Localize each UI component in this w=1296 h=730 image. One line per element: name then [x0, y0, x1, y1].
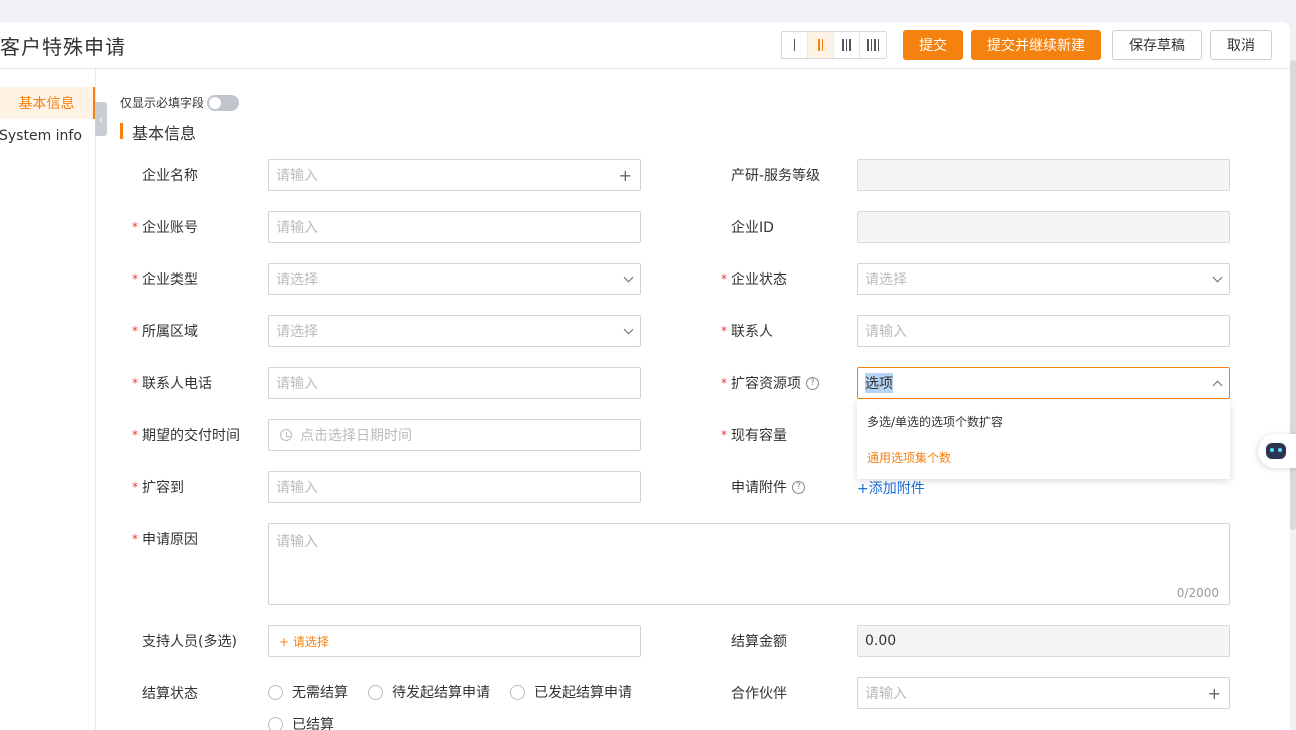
form-panel: 客户特殊申请 提交 提交并继续新建 保存草稿 取消 基本信息 System in… [0, 22, 1290, 730]
radio-circle [510, 684, 525, 700]
attachment-label: 申请附件? [731, 477, 805, 497]
window-top-strip [0, 0, 1296, 22]
add-attachment-link[interactable]: +添加附件 [857, 478, 925, 498]
rd-service-level-field [857, 159, 1230, 191]
company-status-select[interactable]: 请选择 [857, 263, 1230, 295]
layout-four-column-button[interactable] [860, 32, 886, 58]
required-asterisk: * [132, 220, 138, 234]
required-asterisk: * [132, 532, 138, 546]
nav-item-basic-info[interactable]: 基本信息 [0, 87, 95, 119]
save-draft-button[interactable]: 保存草稿 [1112, 30, 1202, 60]
region-label: * 所属区域 [132, 324, 198, 340]
two-column-icon [818, 39, 823, 51]
support-staff-label: 支持人员(多选) [142, 634, 237, 650]
contact-label: * 联系人 [721, 324, 773, 340]
contact-input[interactable]: 请输入 [857, 315, 1230, 347]
required-only-label: 仅显示必填字段 [120, 96, 205, 110]
reason-label: * 申请原因 [132, 532, 198, 548]
expand-resource-select[interactable]: 选项 [857, 367, 1230, 399]
expand-resource-label: * 扩容资源项? [721, 373, 819, 393]
layout-three-column-button[interactable] [834, 32, 860, 58]
company-id-label: 企业ID [731, 220, 774, 236]
chevron-down-icon [623, 264, 634, 294]
help-icon[interactable]: ? [806, 376, 819, 390]
section-nav: 基本信息 System info [0, 69, 96, 730]
region-select[interactable]: 请选择 [268, 315, 641, 347]
settle-status-label: 结算状态 [142, 686, 198, 702]
company-name-input[interactable]: 请输入 + [268, 159, 641, 191]
robot-assistant-button[interactable] [1258, 434, 1296, 468]
required-asterisk: * [132, 428, 138, 442]
company-status-label: * 企业状态 [721, 272, 787, 288]
chevron-down-icon [623, 316, 634, 346]
company-account-label: * 企业账号 [132, 220, 198, 236]
nav-item-system-info[interactable]: System info [0, 120, 94, 152]
settle-status-radio-pending[interactable]: 待发起结算申请 [368, 682, 490, 702]
expand-to-input[interactable]: 请输入 [268, 471, 641, 503]
plus-icon[interactable]: + [1208, 678, 1221, 708]
current-capacity-label: * 现有容量 [721, 428, 787, 444]
expand-to-label: * 扩容到 [132, 480, 184, 496]
radio-circle [368, 684, 383, 700]
radio-circle [268, 716, 283, 730]
layout-one-column-button[interactable] [782, 32, 808, 58]
required-only-toggle[interactable] [207, 95, 239, 111]
company-type-select[interactable]: 请选择 [268, 263, 641, 295]
column-layout-switcher [781, 31, 887, 59]
submit-button[interactable]: 提交 [903, 30, 963, 60]
required-asterisk: * [132, 480, 138, 494]
contact-phone-label: * 联系人电话 [132, 376, 212, 392]
settle-amount-label: 结算金额 [731, 634, 787, 650]
rd-service-level-label: 产研-服务等级 [731, 168, 821, 184]
partner-label: 合作伙伴 [731, 686, 787, 702]
delivery-time-label: * 期望的交付时间 [132, 428, 240, 444]
radio-circle [268, 684, 283, 700]
required-asterisk: * [132, 376, 138, 390]
clock-icon [280, 429, 292, 441]
help-icon[interactable]: ? [792, 480, 805, 494]
company-account-input[interactable]: 请输入 [268, 211, 641, 243]
company-id-field [857, 211, 1230, 243]
one-column-icon [793, 39, 796, 51]
toggle-knob [209, 97, 221, 109]
support-staff-picker[interactable]: + 请选择 [268, 625, 641, 657]
reason-textarea[interactable]: 请输入 0/2000 [268, 523, 1230, 605]
company-name-label: 企业名称 [142, 168, 198, 184]
required-asterisk: * [721, 272, 727, 286]
settle-amount-field: 0.00 [857, 625, 1230, 657]
dropdown-option-highlighted[interactable]: 通用选项集个数 [867, 449, 951, 466]
expand-resource-dropdown: 多选/单选的选项个数扩容 通用选项集个数 [857, 400, 1230, 479]
plus-icon[interactable]: + [619, 160, 632, 190]
company-type-label: * 企业类型 [132, 272, 198, 288]
cancel-button[interactable]: 取消 [1210, 30, 1272, 60]
partner-input[interactable]: 请输入 + [857, 677, 1230, 709]
required-asterisk: * [132, 272, 138, 286]
char-counter: 0/2000 [1176, 586, 1219, 600]
layout-two-column-button[interactable] [808, 32, 834, 58]
dropdown-option[interactable]: 多选/单选的选项个数扩容 [867, 413, 1003, 430]
required-asterisk: * [721, 428, 727, 442]
chevron-up-icon [1212, 368, 1223, 398]
settle-status-radio-settled[interactable]: 已结算 [268, 714, 334, 730]
collapse-sidebar-handle[interactable]: ‹ [95, 102, 107, 136]
section-title: 基本信息 [132, 124, 197, 143]
three-column-icon [842, 39, 851, 51]
submit-and-new-button[interactable]: 提交并继续新建 [971, 30, 1101, 60]
chevron-left-icon: ‹ [98, 112, 104, 126]
contact-phone-input[interactable]: 请输入 [268, 367, 641, 399]
required-asterisk: * [721, 376, 727, 390]
robot-assistant-icon [1266, 443, 1286, 459]
chevron-down-icon [1212, 264, 1223, 294]
page-header: 客户特殊申请 提交 提交并继续新建 保存草稿 取消 [0, 22, 1290, 69]
delivery-time-picker[interactable]: 点击选择日期时间 [268, 419, 641, 451]
page-title: 客户特殊申请 [0, 35, 126, 59]
required-asterisk: * [721, 324, 727, 338]
section-accent-bar [120, 123, 123, 139]
four-column-icon [867, 39, 879, 51]
settle-status-radio-none[interactable]: 无需结算 [268, 682, 348, 702]
settle-status-radio-initiated[interactable]: 已发起结算申请 [510, 682, 632, 702]
required-asterisk: * [132, 324, 138, 338]
